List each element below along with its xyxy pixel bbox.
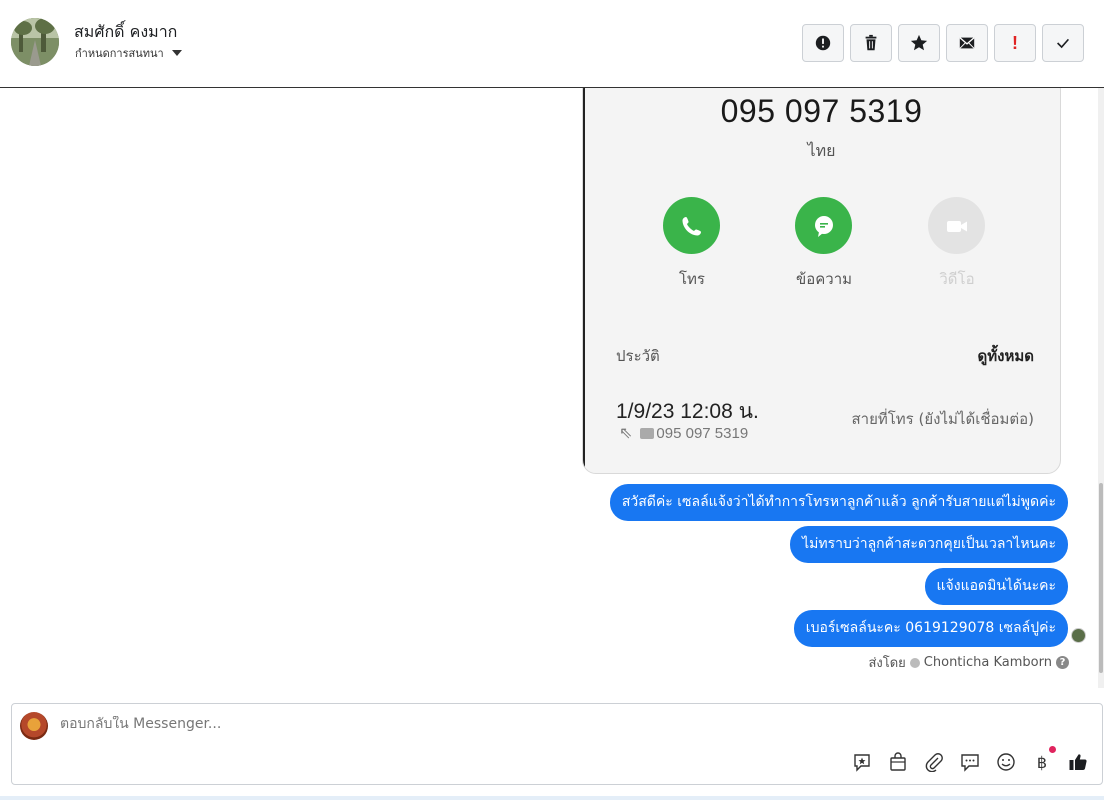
mark-done-button[interactable]	[1042, 24, 1084, 62]
video-circle	[928, 197, 985, 254]
emoji-button[interactable]	[994, 750, 1018, 774]
like-button[interactable]	[1066, 750, 1090, 774]
history-title: ประวัติ	[616, 347, 660, 365]
attach-button[interactable]	[922, 750, 946, 774]
phone-screenshot-attachment[interactable]: 095 097 5319 ไทย โทร ข้อความ วิดีโอ ประว…	[582, 88, 1061, 474]
message-label: ข้อความ	[795, 270, 853, 288]
saved-replies-icon	[854, 754, 870, 772]
sent-by-prefix: ส่งโดย	[868, 656, 906, 671]
shop-button[interactable]	[886, 750, 910, 774]
phone-icon	[682, 216, 701, 235]
seen-avatar	[1071, 628, 1086, 643]
assign-conversation-dropdown[interactable]: กำหนดการสนทนา	[75, 44, 182, 62]
message-bubble[interactable]: สวัสดีค่ะ เซลล์แจ้งว่าได้ทำการโทรหาลูกค้…	[609, 484, 1068, 521]
screenshot-country: ไทย	[807, 141, 836, 160]
mark-unread-button[interactable]	[946, 24, 988, 62]
message-icon	[814, 215, 833, 237]
call-label: โทร	[678, 270, 705, 288]
composer-toolbar: ฿	[850, 746, 1090, 774]
assign-label: กำหนดการสนทนา	[75, 47, 164, 60]
notification-dot	[1049, 746, 1056, 753]
bottom-edge	[0, 796, 1104, 800]
call-detail-row: ⇖ 095 097 5319	[619, 423, 748, 443]
alert-circle-icon	[815, 35, 831, 51]
message-bubble[interactable]: แจ้งแอดมินได้นะคะ	[924, 568, 1068, 605]
reply-input[interactable]	[60, 716, 960, 732]
spam-button[interactable]	[802, 24, 844, 62]
video-label: วิดีโอ	[939, 270, 975, 288]
scrollbar-thumb[interactable]	[1099, 483, 1103, 673]
shop-bag-icon	[890, 752, 906, 771]
message-bubble[interactable]: เบอร์เซลล์นะคะ 0619129078 เซลล์ปูค่ะ	[793, 610, 1068, 647]
sim-card-icon	[640, 427, 655, 439]
check-icon	[1057, 38, 1070, 49]
view-all-label: ดูทั้งหมด	[977, 347, 1034, 365]
thumbs-up-icon	[1069, 754, 1087, 770]
chat-bubble-icon	[961, 754, 979, 772]
verified-icon	[909, 657, 920, 668]
screenshot-phone-number: 095 097 5319	[720, 93, 923, 129]
quick-replies-button[interactable]	[958, 750, 982, 774]
help-icon[interactable]: ?	[1056, 656, 1069, 669]
baht-icon: ฿	[1036, 752, 1048, 772]
saved-replies-button[interactable]	[850, 750, 874, 774]
sent-by-info: ส่งโดย Chonticha Kamborn ?	[868, 652, 1069, 673]
page-avatar	[20, 712, 48, 740]
exclamation-icon: !	[1012, 32, 1018, 53]
payment-button[interactable]: ฿	[1030, 746, 1056, 774]
caret-down-icon	[171, 50, 182, 56]
star-button[interactable]	[898, 24, 940, 62]
contact-avatar[interactable]	[11, 18, 59, 66]
action-toolbar: !	[802, 24, 1084, 62]
message-bubble[interactable]: ไม่ทราบว่าลูกค้าสะดวกคุยเป็นเวลาไหนคะ	[790, 526, 1068, 563]
call-circle	[663, 197, 720, 254]
message-circle	[795, 197, 852, 254]
delete-button[interactable]	[850, 24, 892, 62]
call-status: สายที่โทร (ยังไม่ได้เชื่อมต่อ)	[851, 410, 1034, 428]
follow-up-button[interactable]: !	[994, 24, 1036, 62]
contact-name[interactable]: สมศักดิ์ คงมาก	[74, 20, 177, 45]
attachment-icon	[925, 753, 943, 772]
envelope-icon	[959, 37, 975, 49]
outgoing-arrow-icon: ⇖	[619, 425, 633, 442]
reply-composer: ฿	[11, 703, 1103, 785]
message-thread: 095 097 5319 ไทย โทร ข้อความ วิดีโอ ประว…	[0, 88, 1104, 702]
video-icon	[946, 220, 967, 232]
emoji-icon	[997, 753, 1015, 771]
conversation-header: สมศักดิ์ คงมาก กำหนดการสนทนา !	[0, 0, 1104, 88]
star-icon	[910, 34, 928, 51]
outgoing-message-group: สวัสดีค่ะ เซลล์แจ้งว่าได้ทำการโทรหาลูกค้…	[609, 484, 1068, 647]
sender-name: Chonticha Kamborn	[923, 655, 1052, 670]
trash-icon	[865, 34, 877, 51]
call-number: 095 097 5319	[656, 424, 749, 442]
thread-scrollbar[interactable]	[1098, 88, 1104, 688]
